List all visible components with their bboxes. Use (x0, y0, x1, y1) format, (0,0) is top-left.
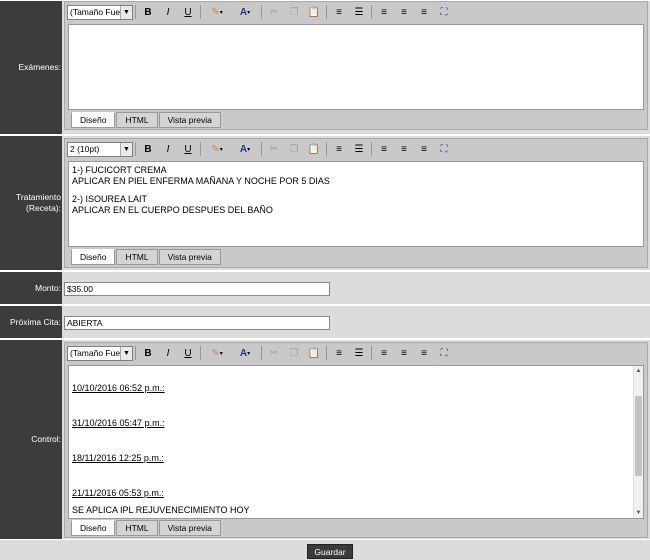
align-left-icon[interactable]: ≡ (374, 345, 394, 361)
tab-design[interactable]: Diseño (71, 520, 116, 536)
italic-button[interactable]: I (158, 4, 178, 20)
tab-design[interactable]: Diseño (71, 112, 116, 128)
underline-button[interactable]: U (178, 141, 198, 157)
bold-button[interactable]: B (138, 4, 158, 20)
control-entry: 10/10/2016 06:52 p.m.: (72, 383, 165, 393)
control-editor: (Tamaño Fuente) ▼ B I U ✎ ▾ A ▾ ✂ ❐ 📋 ≡ ☰ ≡… (64, 342, 648, 538)
copy-icon[interactable]: ❐ (284, 345, 304, 361)
align-right-icon[interactable]: ≡ (414, 345, 434, 361)
tratamiento-editor: 2 (10pt) ▼ B I U ✎ ▾ A ▾ ✂ ❐ 📋 ≡ ☰ ≡ ≡ ≡ ⛶ (64, 138, 648, 268)
highlighter-icon: ✎ (211, 347, 220, 359)
align-right-icon[interactable]: ≡ (414, 4, 434, 20)
control-label: Control: (0, 340, 62, 539)
underline-button[interactable]: U (178, 345, 198, 361)
proxima-cita-row: Próxima Cita: ABIERTA (0, 305, 650, 339)
tab-preview[interactable]: Vista previa (158, 520, 221, 536)
fullscreen-icon[interactable]: ⛶ (434, 345, 454, 361)
bullet-list-icon[interactable]: ☰ (349, 345, 369, 361)
form-page: Exámenes: (Tamaño Fuente) ▼ B I U ✎ ▾ A ▾ ✂… (0, 0, 650, 560)
chevron-down-icon: ▼ (120, 142, 132, 156)
save-button[interactable]: Guardar (307, 544, 353, 559)
editor-toolbar: (Tamaño Fuente) ▼ B I U ✎ ▾ A ▾ ✂ ❐ 📋 ≡ ☰ ≡… (65, 343, 647, 363)
proxima-cita-input[interactable]: ABIERTA (64, 316, 330, 330)
font-color-button[interactable]: A ▾ (231, 141, 259, 157)
scroll-down-icon[interactable]: ▼ (634, 508, 643, 518)
copy-icon[interactable]: ❐ (284, 4, 304, 20)
ordered-list-icon[interactable]: ≡ (329, 141, 349, 157)
font-color-button[interactable]: A ▾ (231, 345, 259, 361)
editor-toolbar: 2 (10pt) ▼ B I U ✎ ▾ A ▾ ✂ ❐ 📋 ≡ ☰ ≡ ≡ ≡ ⛶ (65, 139, 647, 159)
examenes-label: Exámenes: (0, 1, 62, 134)
control-note: SE APLICA IPL REJUVENECIMIENTO HOY (72, 505, 250, 515)
highlight-color-button[interactable]: ✎ ▾ (203, 141, 231, 157)
tab-design[interactable]: Diseño (71, 249, 116, 265)
editor-toolbar: (Tamaño Fuente) ▼ B I U ✎ ▾ A ▾ ✂ ❐ 📋 ≡ ☰ ≡… (65, 2, 647, 22)
highlight-color-button[interactable]: ✎ ▾ (203, 4, 231, 20)
monto-label: Monto: (0, 272, 62, 304)
control-textarea[interactable]: 10/10/2016 06:52 p.m.: 31/10/2016 05:47 … (68, 365, 644, 519)
editor-mode-tabs: Diseño HTML Vista previa (71, 249, 222, 265)
fullscreen-icon[interactable]: ⛶ (434, 4, 454, 20)
scroll-thumb[interactable] (635, 396, 642, 476)
examenes-editor: (Tamaño Fuente) ▼ B I U ✎ ▾ A ▾ ✂ ❐ 📋 ≡ ☰ ≡… (64, 1, 648, 130)
tab-preview[interactable]: Vista previa (158, 112, 221, 128)
scroll-up-icon[interactable]: ▲ (634, 366, 643, 376)
cut-icon[interactable]: ✂ (264, 345, 284, 361)
align-center-icon[interactable]: ≡ (394, 4, 414, 20)
monto-input[interactable]: $35.00 (64, 282, 330, 296)
cut-icon[interactable]: ✂ (264, 141, 284, 157)
align-left-icon[interactable]: ≡ (374, 4, 394, 20)
form-footer: Guardar (0, 540, 650, 560)
bullet-list-icon[interactable]: ☰ (349, 141, 369, 157)
font-size-select[interactable]: (Tamaño Fuente) ▼ (67, 4, 133, 20)
examenes-row: Exámenes: (Tamaño Fuente) ▼ B I U ✎ ▾ A ▾ ✂… (0, 0, 650, 135)
italic-button[interactable]: I (158, 141, 178, 157)
chevron-down-icon: ▼ (120, 5, 132, 19)
tab-html[interactable]: HTML (116, 112, 158, 128)
paste-icon[interactable]: 📋 (304, 141, 324, 157)
scrollbar[interactable]: ▲ ▼ (633, 366, 643, 518)
align-left-icon[interactable]: ≡ (374, 141, 394, 157)
editor-mode-tabs: Diseño HTML Vista previa (71, 520, 222, 536)
align-center-icon[interactable]: ≡ (394, 141, 414, 157)
tratamiento-row: Tratamiento (Receta): 2 (10pt) ▼ B I U ✎ ▾… (0, 135, 650, 271)
cut-icon[interactable]: ✂ (264, 4, 284, 20)
copy-icon[interactable]: ❐ (284, 141, 304, 157)
chevron-down-icon: ▼ (120, 346, 132, 360)
paste-icon[interactable]: 📋 (304, 4, 324, 20)
bold-button[interactable]: B (138, 141, 158, 157)
align-right-icon[interactable]: ≡ (414, 141, 434, 157)
align-center-icon[interactable]: ≡ (394, 345, 414, 361)
tab-html[interactable]: HTML (116, 520, 158, 536)
proxima-cita-label: Próxima Cita: (0, 306, 62, 338)
control-row: Control: (Tamaño Fuente) ▼ B I U ✎ ▾ A ▾ ✂ … (0, 339, 650, 540)
bullet-list-icon[interactable]: ☰ (349, 4, 369, 20)
fullscreen-icon[interactable]: ⛶ (434, 141, 454, 157)
font-size-select[interactable]: 2 (10pt) ▼ (67, 141, 133, 157)
ordered-list-icon[interactable]: ≡ (329, 4, 349, 20)
control-entry: 18/11/2016 12:25 p.m.: (72, 453, 164, 463)
paste-icon[interactable]: 📋 (304, 345, 324, 361)
control-entry: 31/10/2016 05:47 p.m.: (72, 418, 165, 428)
tab-preview[interactable]: Vista previa (158, 249, 221, 265)
highlighter-icon: ✎ (211, 143, 220, 155)
tratamiento-label: Tratamiento (Receta): (0, 136, 62, 270)
font-color-button[interactable]: A ▾ (231, 4, 259, 20)
underline-button[interactable]: U (178, 4, 198, 20)
tratamiento-textarea[interactable]: 1-) FUCICORT CREMA APLICAR EN PIEL ENFER… (68, 161, 644, 247)
italic-button[interactable]: I (158, 345, 178, 361)
highlight-color-button[interactable]: ✎ ▾ (203, 345, 231, 361)
highlighter-icon: ✎ (211, 6, 220, 18)
examenes-textarea[interactable] (68, 24, 644, 110)
control-entry: 21/11/2016 05:53 p.m.: (72, 488, 164, 498)
font-size-select[interactable]: (Tamaño Fuente) ▼ (67, 345, 133, 361)
tab-html[interactable]: HTML (116, 249, 158, 265)
editor-mode-tabs: Diseño HTML Vista previa (71, 112, 222, 128)
bold-button[interactable]: B (138, 345, 158, 361)
monto-row: Monto: $35.00 (0, 271, 650, 305)
ordered-list-icon[interactable]: ≡ (329, 345, 349, 361)
